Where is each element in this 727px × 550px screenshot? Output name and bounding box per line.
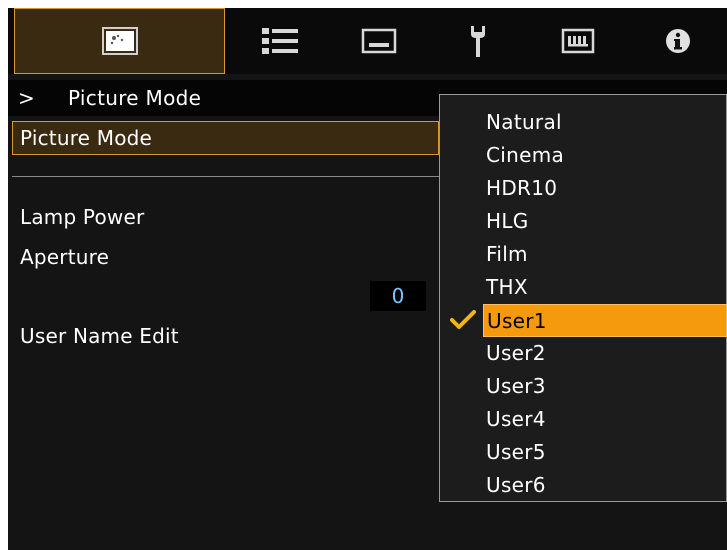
breadcrumb-title: Picture Mode	[68, 86, 202, 110]
option-user2[interactable]: User2	[440, 337, 727, 370]
option-user4[interactable]: User4	[440, 403, 727, 436]
option-film[interactable]: Film	[440, 238, 727, 271]
option-thx[interactable]: THX	[440, 271, 727, 304]
display-icon	[361, 28, 397, 54]
checkmark-icon	[450, 310, 476, 329]
tab-bar	[8, 8, 727, 74]
divider	[12, 176, 439, 177]
tab-picture[interactable]	[14, 8, 225, 74]
settings-list-icon	[262, 28, 298, 54]
menu-item-user-name-edit[interactable]: User Name Edit	[8, 318, 438, 354]
tab-settings[interactable]	[230, 8, 330, 74]
tab-installation[interactable]	[428, 8, 528, 74]
menu-item-picture-mode[interactable]: Picture Mode	[12, 121, 439, 155]
tab-input[interactable]	[528, 8, 628, 74]
menu-item-aperture[interactable]: Aperture	[8, 239, 438, 275]
aperture-value: 0	[370, 281, 426, 311]
option-natural[interactable]: Natural	[440, 106, 727, 139]
picture-icon	[101, 27, 138, 55]
option-cinema[interactable]: Cinema	[440, 139, 727, 172]
option-hlg[interactable]: HLG	[440, 205, 727, 238]
input-icon	[561, 28, 595, 54]
wrench-icon	[471, 26, 485, 57]
menu-item-lamp-power[interactable]: Lamp Power	[8, 199, 438, 235]
osd-menu: > Picture Mode Picture Mode Lamp Power A…	[8, 8, 727, 550]
option-user5[interactable]: User5	[440, 436, 727, 469]
picture-mode-dropdown: Natural Cinema HDR10 HLG Film THX User1 …	[439, 94, 727, 502]
option-user6[interactable]: User6	[440, 469, 727, 502]
option-hdr10[interactable]: HDR10	[440, 172, 727, 205]
breadcrumb-arrow: >	[18, 86, 36, 110]
tab-display[interactable]	[330, 8, 428, 74]
option-user3[interactable]: User3	[440, 370, 727, 403]
option-user1[interactable]: User1	[483, 304, 727, 337]
info-icon	[665, 29, 690, 53]
tab-info[interactable]	[628, 8, 727, 74]
